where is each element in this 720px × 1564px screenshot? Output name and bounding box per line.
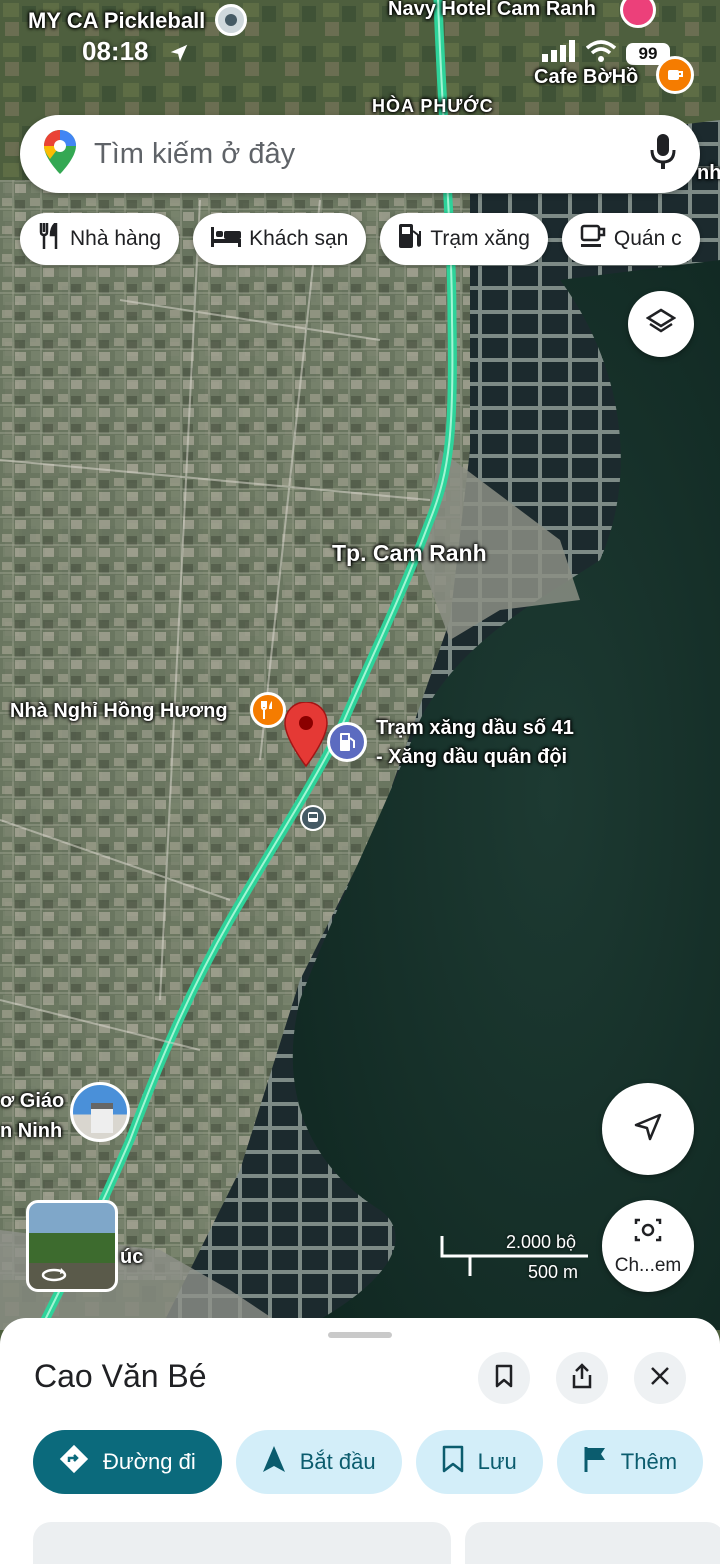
map-scale: 2.000 bộ 500 m — [440, 1230, 590, 1290]
directions-icon — [59, 1444, 89, 1480]
cafe-pin-icon[interactable] — [656, 56, 694, 94]
camera-search-icon — [633, 1216, 663, 1249]
lens-label: Ch...em — [614, 1254, 682, 1276]
status-back-app[interactable]: MY CA Pickleball — [28, 8, 205, 34]
start-button[interactable]: Bắt đầu — [235, 1430, 402, 1494]
location-arrow-icon — [168, 42, 190, 69]
chip-label: Nhà hàng — [70, 227, 162, 250]
info-card[interactable] — [33, 1522, 451, 1564]
signal-icon — [542, 40, 576, 67]
street-view-thumbnail[interactable] — [26, 1200, 118, 1292]
gas-station-pin-icon[interactable] — [327, 722, 367, 762]
fork-knife-icon — [38, 220, 62, 255]
sheet-drag-handle[interactable] — [328, 1332, 392, 1338]
search-input[interactable]: Tìm kiếm ở đây — [94, 138, 650, 171]
restaurant-pin-icon[interactable] — [250, 692, 286, 728]
layers-button[interactable] — [628, 291, 694, 357]
directions-label: Đường đi — [103, 1449, 196, 1474]
map-label-city: Tp. Cam Ranh — [332, 540, 487, 566]
navigation-arrow-icon — [262, 1445, 286, 1479]
map-label-nha-nghi[interactable]: Nhà Nghỉ Hồng Hương — [10, 700, 228, 723]
map-label-hoa-phuoc: HÒA PHƯỚC — [372, 96, 494, 116]
map-label-edge-right: nh — [697, 162, 720, 184]
save-label: Lưu — [477, 1449, 517, 1474]
flag-icon — [583, 1445, 607, 1479]
share-button[interactable] — [556, 1352, 608, 1404]
map-label-navy-hotel[interactable]: Navy Hotel Cam Ranh — [388, 0, 596, 21]
chip-coffee[interactable]: Quán c — [561, 213, 700, 265]
category-chips: Nhà hàng Khách sạn Trạm xăng Quán c — [20, 213, 700, 265]
chip-label: Quán c — [613, 227, 682, 250]
close-button[interactable] — [634, 1352, 686, 1404]
layers-icon — [645, 307, 677, 342]
more-label: Thêm — [620, 1449, 678, 1474]
place-bottom-sheet[interactable]: Cao Văn Bé Đường đi Bắt đầu Lưu Thêm — [0, 1318, 720, 1564]
status-time: 08:18 — [82, 36, 149, 66]
more-button[interactable]: Thêm — [556, 1430, 704, 1494]
scale-meters: 500 m — [528, 1262, 579, 1282]
location-marker-icon[interactable] — [215, 4, 247, 36]
map-label-gas-station-line1[interactable]: Trạm xăng dầu số 41 — [376, 717, 574, 740]
chip-label: Trạm xăng — [430, 227, 530, 250]
wifi-icon — [585, 40, 617, 67]
church-photo-pin[interactable] — [70, 1082, 130, 1142]
map-label-church-line2[interactable]: n Ninh — [0, 1120, 62, 1143]
bus-stop-icon[interactable] — [300, 805, 326, 831]
search-bar[interactable]: Tìm kiếm ở đây — [20, 115, 700, 193]
bookmark-icon — [495, 1364, 513, 1393]
chip-label: Khách sạn — [249, 227, 349, 250]
chip-restaurants[interactable]: Nhà hàng — [20, 213, 180, 265]
place-actions: Đường đi Bắt đầu Lưu Thêm — [33, 1430, 704, 1494]
directions-button[interactable]: Đường đi — [33, 1430, 222, 1494]
bookmark-icon — [442, 1445, 464, 1479]
bed-icon — [211, 225, 242, 253]
chip-hotels[interactable]: Khách sạn — [193, 213, 367, 265]
close-icon — [650, 1366, 670, 1391]
info-card[interactable] — [465, 1522, 720, 1564]
my-location-button[interactable] — [602, 1083, 694, 1175]
360-rotate-icon — [41, 1267, 67, 1288]
gas-pump-icon — [398, 223, 422, 255]
google-maps-logo-icon — [44, 129, 76, 179]
chip-gas-stations[interactable]: Trạm xăng — [380, 213, 548, 265]
lens-camera-button[interactable]: Ch...em — [602, 1200, 694, 1292]
start-label: Bắt đầu — [299, 1449, 376, 1474]
save-button[interactable]: Lưu — [415, 1430, 543, 1494]
share-icon — [571, 1362, 593, 1394]
map-label-edge-left: úc — [120, 1246, 144, 1268]
save-icon-button[interactable] — [478, 1352, 530, 1404]
status-right: 99 — [542, 40, 670, 67]
navigation-arrow-icon — [633, 1112, 663, 1147]
map-label-gas-station-line2[interactable]: - Xăng dầu quân đội — [376, 746, 567, 769]
microphone-icon[interactable] — [650, 133, 676, 175]
scale-feet: 2.000 bộ — [506, 1232, 577, 1252]
map-label-cafe[interactable]: Cafe BờHồ — [534, 66, 638, 89]
coffee-icon — [580, 224, 606, 254]
place-title: Cao Văn Bé — [34, 1358, 207, 1394]
red-location-pin-icon[interactable] — [284, 701, 328, 773]
map-label-church-line1[interactable]: ơ Giáo — [0, 1090, 64, 1113]
